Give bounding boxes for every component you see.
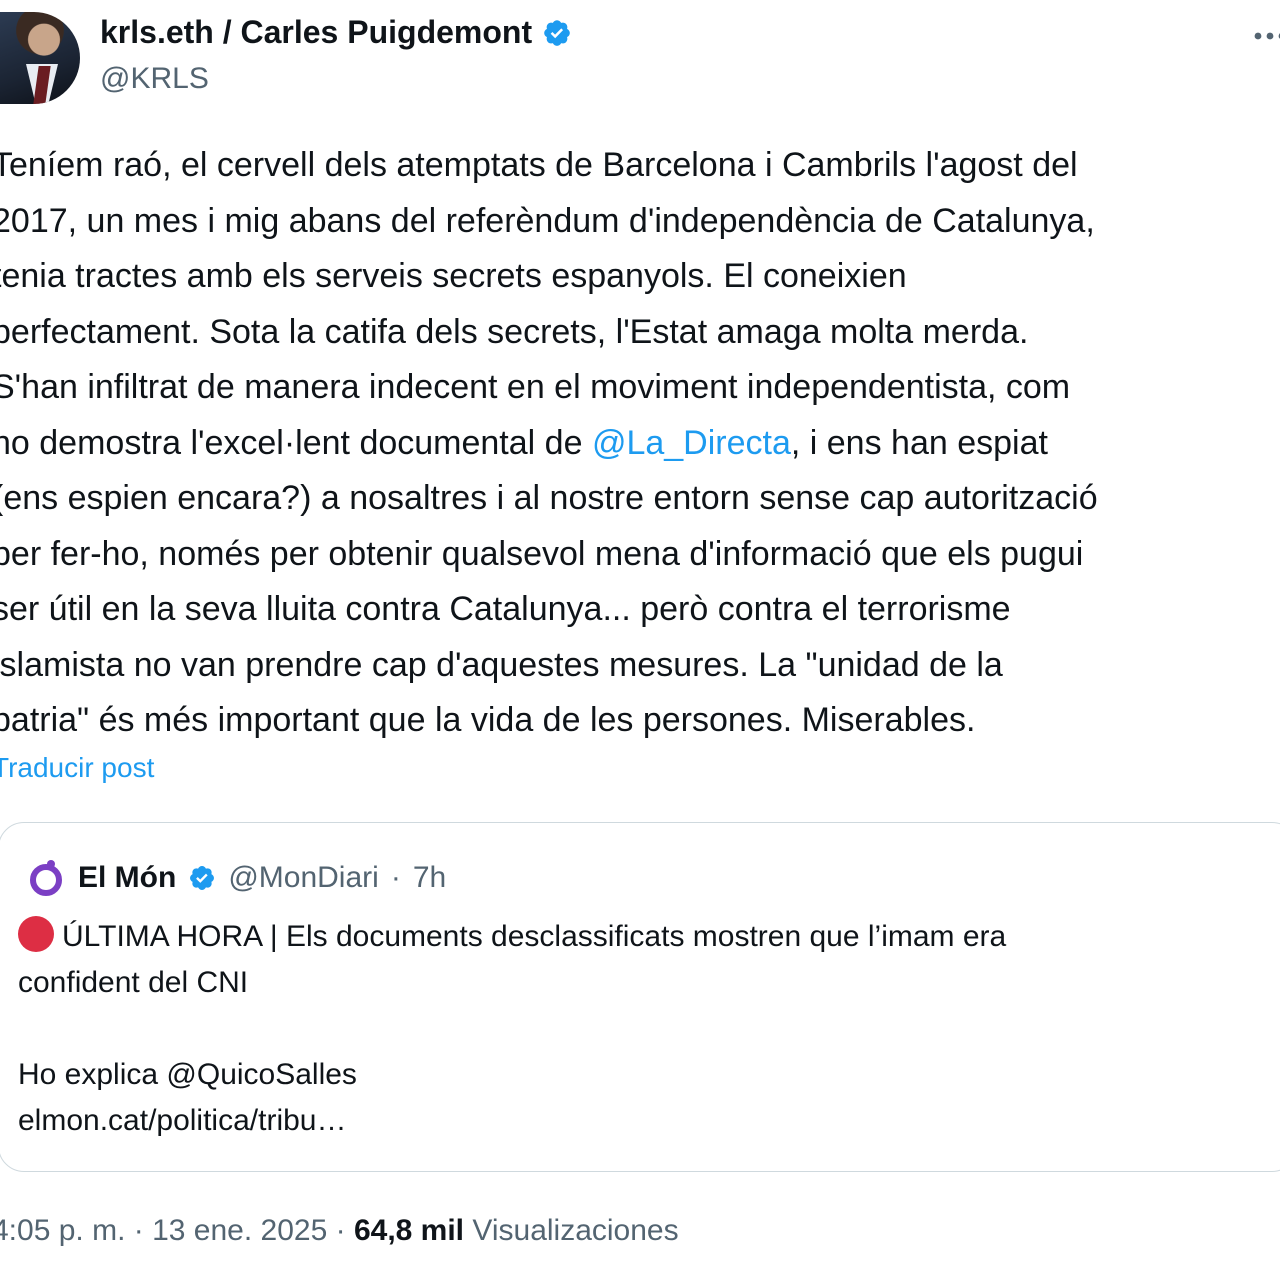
el-mon-logo-icon — [30, 860, 62, 896]
verified-badge-icon — [190, 866, 215, 890]
author-name[interactable]: krls.eth / Carles Puigdemont — [100, 14, 532, 51]
quoted-author-name[interactable]: El Món — [78, 861, 176, 895]
tweet-date[interactable]: 13 ene. 2025 — [152, 1214, 327, 1247]
author-handle[interactable]: @KRLS — [100, 62, 209, 96]
views-label[interactable]: Visualizaciones — [472, 1214, 678, 1247]
tweet-text-part: , i ens han espiat (ens espien encara?) … — [0, 423, 1098, 740]
views-count[interactable]: 64,8 mil — [354, 1214, 464, 1247]
tweet-text-part: Teníem raó, el cervell dels atemptats de… — [0, 146, 1095, 462]
separator-dot: · — [335, 1214, 346, 1247]
more-options-icon[interactable] — [1250, 22, 1280, 50]
quoted-tweet-time[interactable]: 7h — [413, 861, 446, 895]
quoted-author-handle[interactable]: @MonDiari — [228, 861, 378, 895]
tweet-time[interactable]: 4:05 p. m. — [0, 1214, 125, 1247]
red-circle-emoji — [18, 916, 54, 952]
separator-dot: · — [390, 861, 401, 894]
quoted-tweet-text: ÚLTIMA HORA | Els documents desclassific… — [18, 914, 1258, 1144]
quoted-tweet-body: ÚLTIMA HORA | Els documents desclassific… — [18, 920, 1007, 1137]
tweet-footer: 4:05 p. m. · 13 ene. 2025 · 64,8 mil Vis… — [0, 1214, 679, 1248]
author-avatar[interactable] — [0, 12, 80, 104]
verified-badge-icon — [544, 19, 570, 46]
mention-link[interactable]: @La_Directa — [592, 424, 791, 462]
author-name-row[interactable]: krls.eth / Carles Puigdemont — [100, 14, 572, 51]
tweet-text: Teníem raó, el cervell dels atemptats de… — [0, 138, 1280, 749]
translate-post-link[interactable]: Traducir post — [0, 752, 154, 784]
separator-dot: · — [133, 1214, 144, 1247]
quoted-tweet-header: El Món @MonDiari · 7h — [26, 858, 446, 898]
